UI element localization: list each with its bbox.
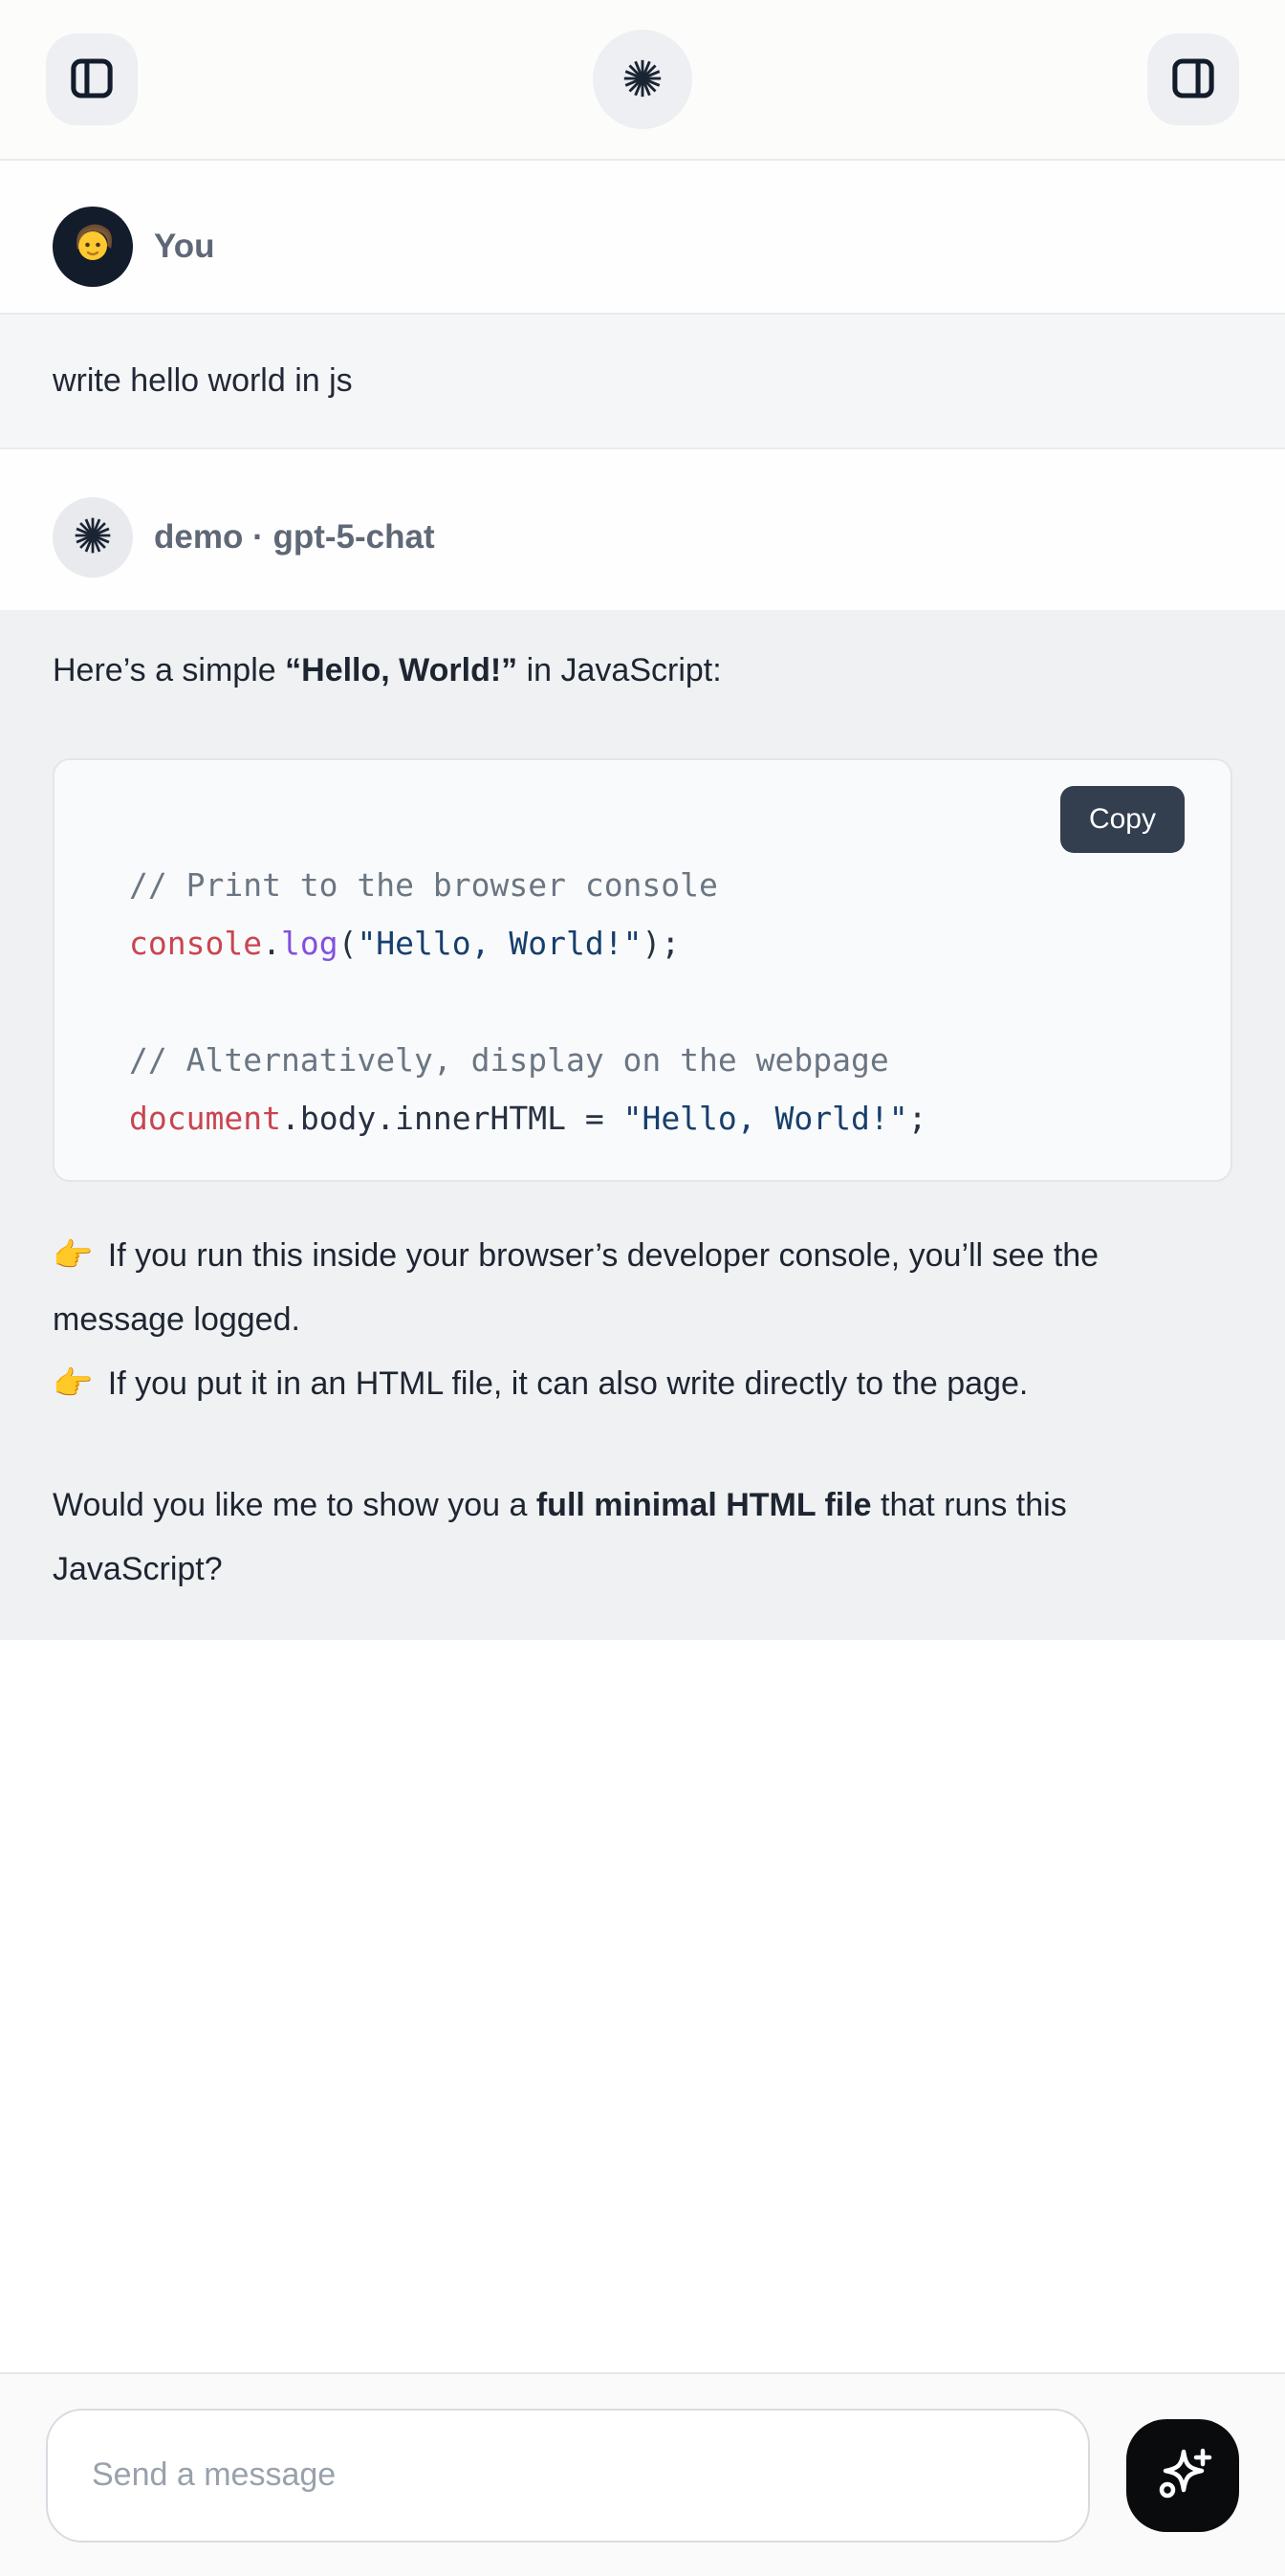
- user-message-header: You: [0, 161, 1285, 313]
- app-logo-button[interactable]: [593, 30, 692, 129]
- top-bar: [0, 0, 1285, 161]
- person-emoji-icon: [65, 217, 120, 277]
- panel-right-icon: [1167, 53, 1219, 107]
- message-input[interactable]: [46, 2409, 1090, 2543]
- pointing-hand-emoji: 👉: [53, 1365, 102, 1402]
- starburst-icon: [72, 514, 114, 561]
- starburst-icon: [621, 56, 664, 103]
- sparkle-icon: [1152, 2443, 1213, 2507]
- user-avatar: [53, 207, 133, 287]
- intro-bold: “Hello, World!”: [285, 652, 517, 688]
- code-line: // Alternatively, display on the webpage: [129, 1031, 1192, 1089]
- code-line: // Print to the browser console: [129, 856, 1192, 914]
- tips-paragraph: 👉 If you run this inside your browser’s …: [53, 1224, 1232, 1416]
- tip-text: If you put it in an HTML file, it can al…: [108, 1365, 1029, 1402]
- copy-code-button[interactable]: Copy: [1060, 786, 1185, 853]
- question-bold: full minimal HTML file: [536, 1487, 872, 1523]
- composer-bar: [0, 2372, 1285, 2576]
- question-prefix: Would you like me to show you a: [53, 1487, 536, 1523]
- tip-text: If you run this inside your browser’s de…: [53, 1237, 1099, 1338]
- code-content: // Print to the browser consoleconsole.l…: [54, 760, 1231, 1180]
- send-button[interactable]: [1126, 2419, 1239, 2532]
- code-line: [129, 972, 1192, 1031]
- assistant-message-header: demo · gpt-5-chat: [0, 449, 1285, 610]
- assistant-message-bubble: Here’s a simple “Hello, World!” in JavaS…: [0, 610, 1285, 1640]
- intro-suffix: in JavaScript:: [517, 652, 722, 688]
- user-message-bubble: write hello world in js: [0, 313, 1285, 449]
- panel-left-icon: [66, 53, 118, 107]
- assistant-avatar: [53, 497, 133, 578]
- right-panel-toggle-button[interactable]: [1147, 33, 1239, 125]
- code-line: console.log("Hello, World!");: [129, 914, 1192, 972]
- user-message-text: write hello world in js: [53, 362, 353, 400]
- question-paragraph: Would you like me to show you a full min…: [53, 1474, 1232, 1602]
- assistant-sender-name: demo · gpt-5-chat: [154, 518, 435, 557]
- sidebar-toggle-button[interactable]: [46, 33, 138, 125]
- user-sender-name: You: [154, 228, 215, 266]
- code-line: document.body.innerHTML = "Hello, World!…: [129, 1089, 1192, 1147]
- intro-prefix: Here’s a simple: [53, 652, 285, 688]
- pointing-hand-emoji: 👉: [53, 1237, 102, 1274]
- code-block: Copy // Print to the browser consolecons…: [53, 758, 1232, 1182]
- intro-paragraph: Here’s a simple “Hello, World!” in JavaS…: [53, 639, 1232, 703]
